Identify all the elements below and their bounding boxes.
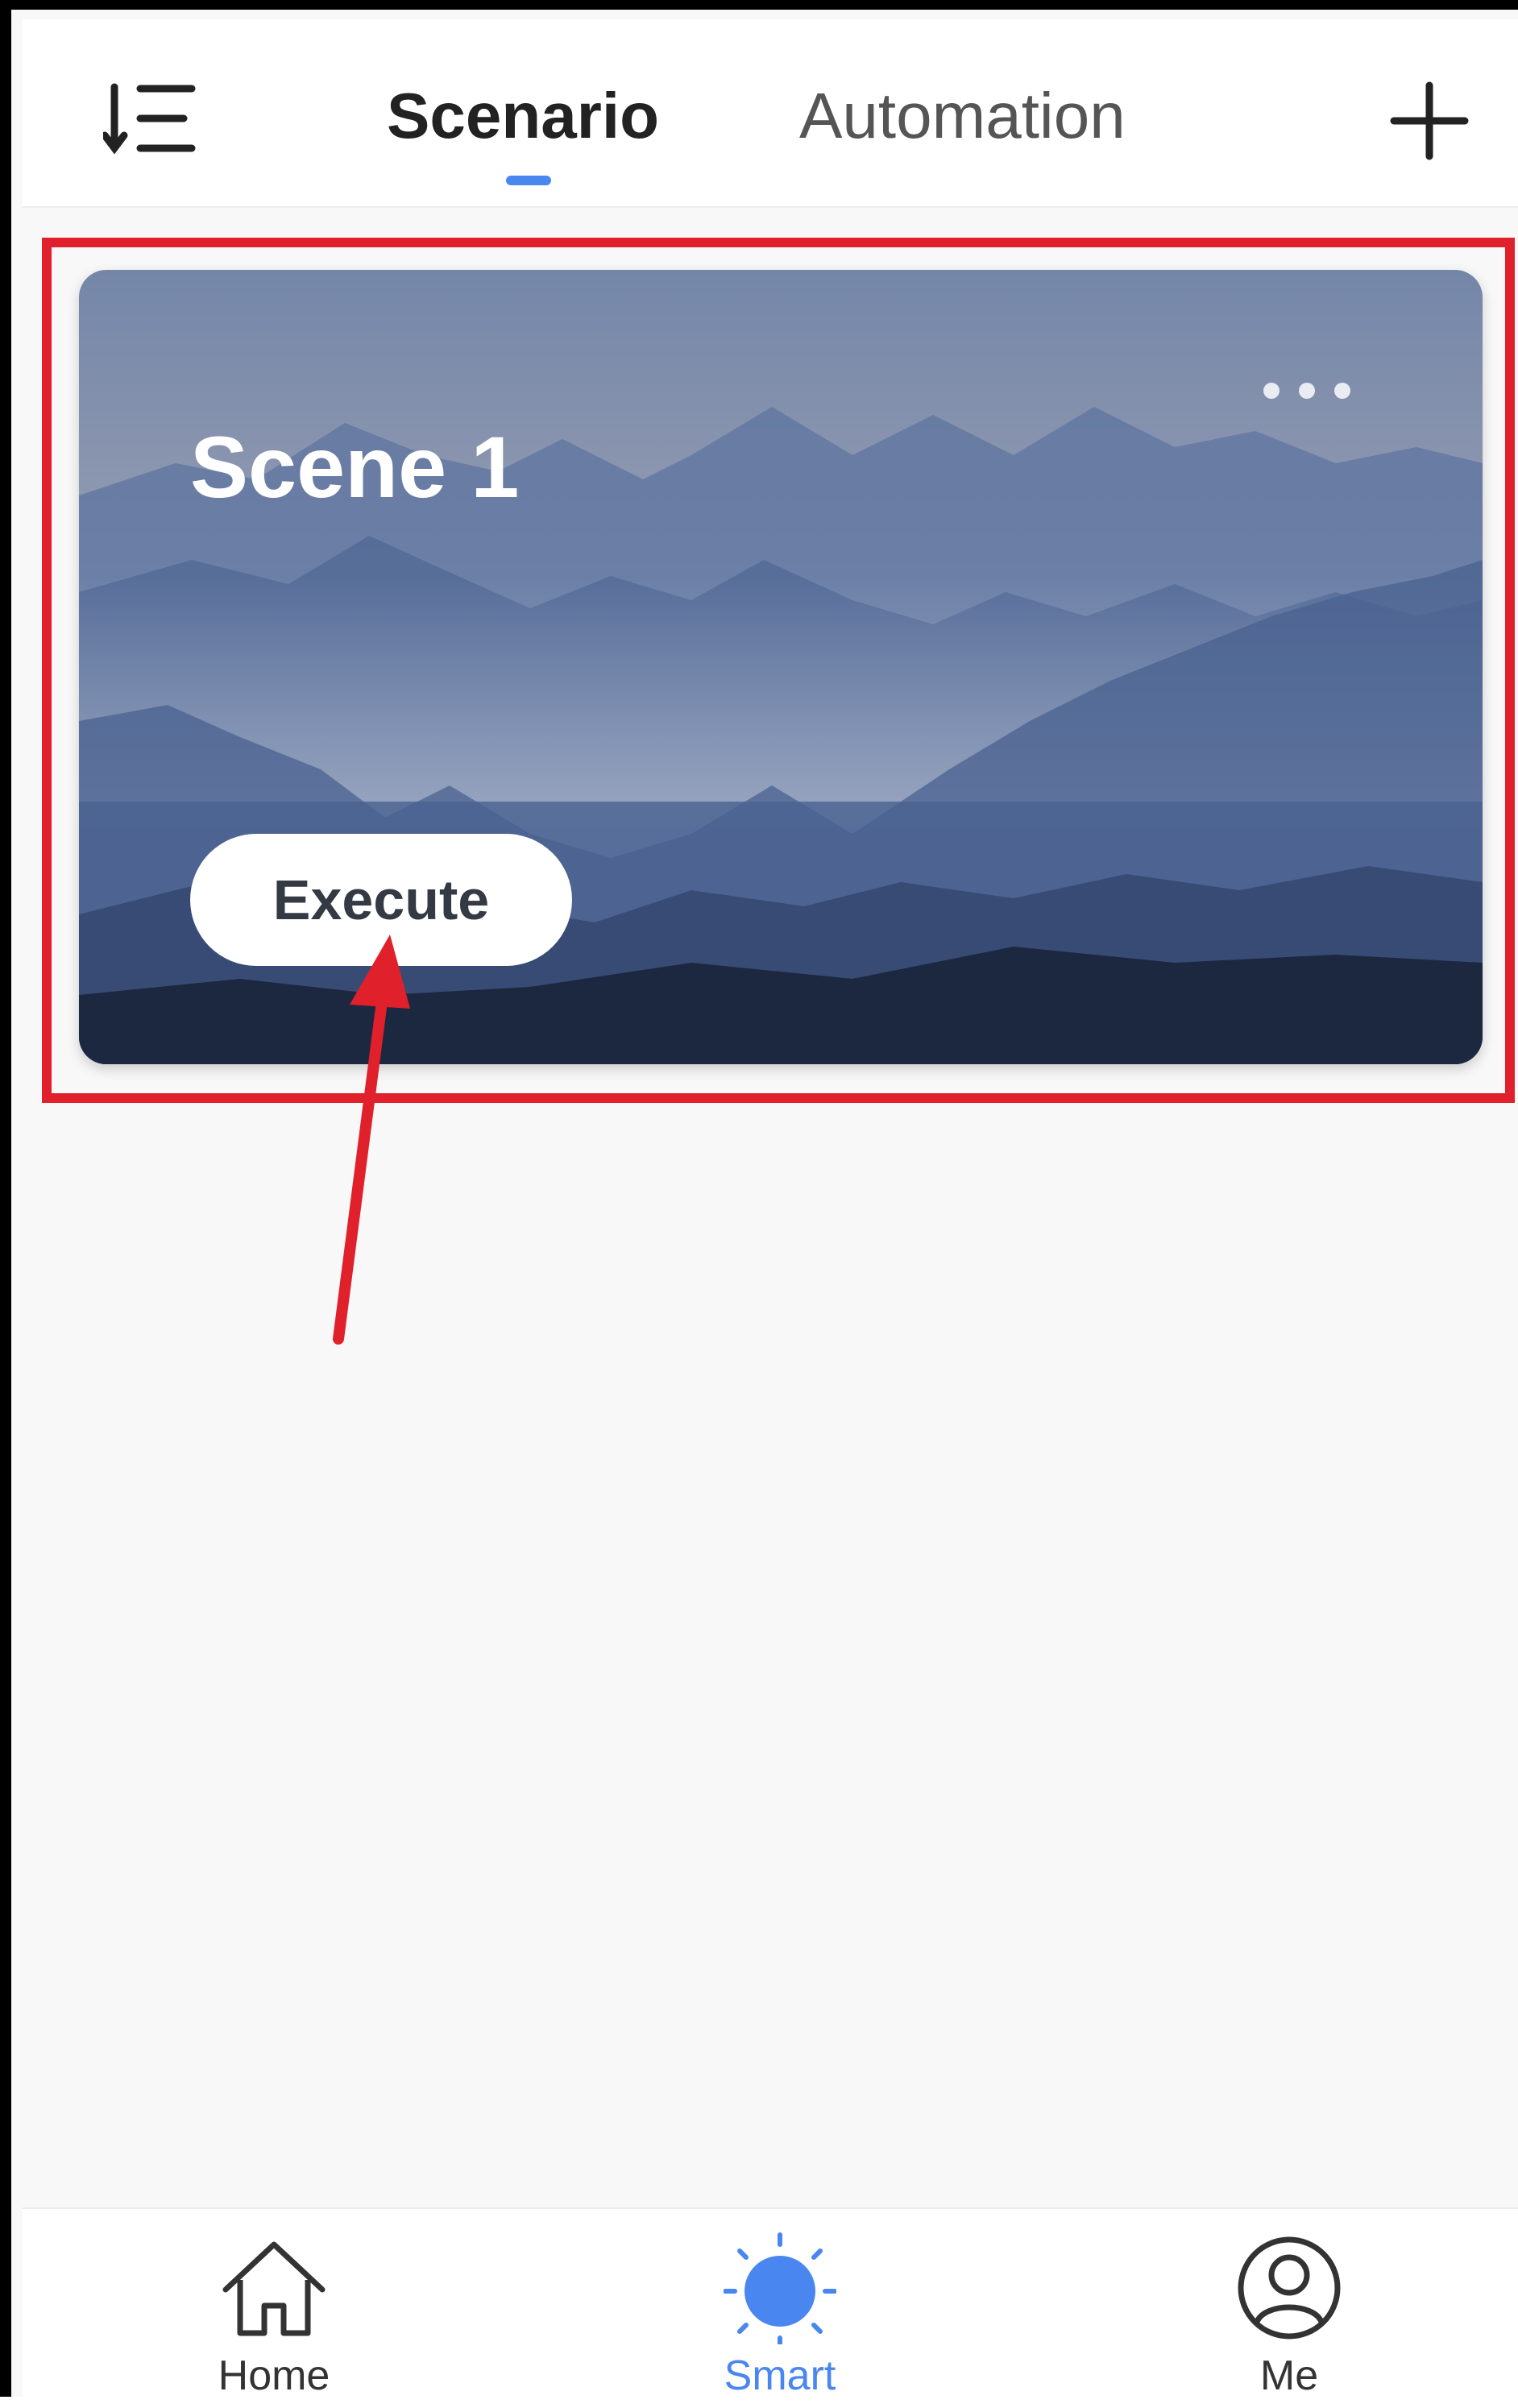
tab-automation[interactable]: Automation	[799, 76, 1126, 156]
sun-icon	[724, 2232, 836, 2344]
active-tab-indicator	[506, 176, 551, 185]
nav-label-smart: Smart	[724, 2352, 836, 2399]
tab-scenario[interactable]: Scenario	[387, 76, 659, 156]
sort-list-icon[interactable]	[103, 82, 197, 155]
home-icon	[222, 2241, 326, 2336]
top-bar: Scenario Automation	[23, 19, 1518, 208]
bottom-navigation: Home Smart Me	[23, 2207, 1518, 2408]
user-circle-icon	[1238, 2236, 1341, 2340]
nav-label-me: Me	[1259, 2352, 1319, 2399]
nav-item-home[interactable]: Home	[153, 2209, 395, 2408]
plus-icon[interactable]	[1389, 81, 1470, 161]
nav-item-me[interactable]: Me	[1168, 2209, 1410, 2408]
annotation-highlight-box	[42, 238, 1515, 1103]
annotation-arrow-icon	[333, 935, 410, 1345]
nav-item-smart[interactable]: Smart	[659, 2209, 901, 2408]
nav-label-home: Home	[218, 2352, 330, 2399]
app-screen: Scenario Automation Scene 1 Execute Home…	[0, 0, 1518, 2408]
